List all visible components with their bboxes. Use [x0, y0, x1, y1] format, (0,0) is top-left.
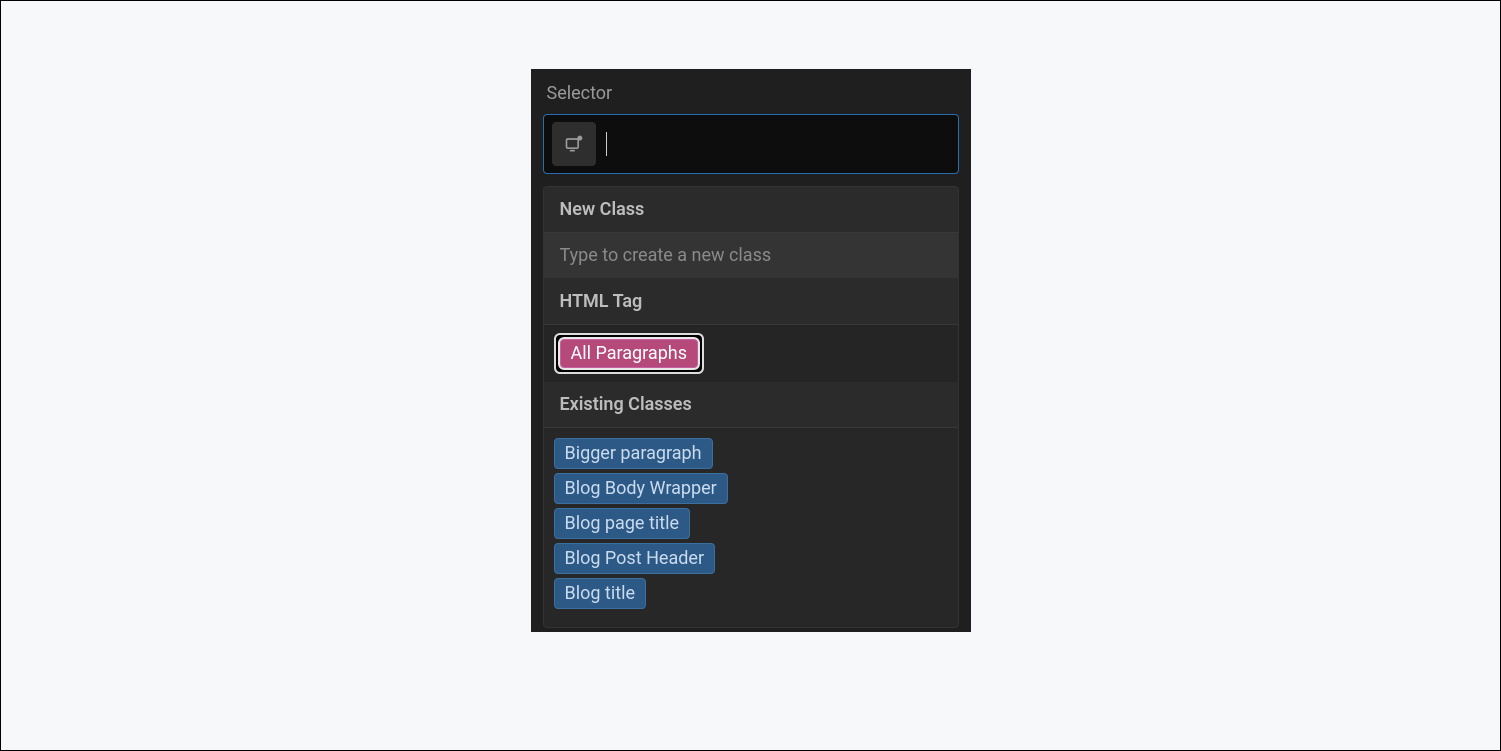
html-tag-chip[interactable]: All Paragraphs [560, 339, 699, 368]
html-tag-header: HTML Tag [544, 279, 958, 325]
existing-classes-list: Bigger paragraph Blog Body Wrapper Blog … [544, 428, 958, 627]
class-chip[interactable]: Blog Post Header [554, 543, 716, 574]
new-class-hint[interactable]: Type to create a new class [544, 233, 958, 279]
class-chip[interactable]: Blog Body Wrapper [554, 473, 728, 504]
class-chip[interactable]: Blog page title [554, 508, 691, 539]
selector-input[interactable] [607, 121, 950, 167]
class-chip[interactable]: Blog title [554, 578, 647, 609]
html-tag-chip-outline: All Paragraphs [554, 333, 705, 374]
new-class-header: New Class [544, 187, 958, 233]
selector-input-container[interactable] [543, 114, 959, 174]
class-chip[interactable]: Bigger paragraph [554, 438, 713, 469]
selector-dropdown: New Class Type to create a new class HTM… [543, 186, 959, 628]
html-tag-row: All Paragraphs [544, 325, 958, 382]
existing-classes-header: Existing Classes [544, 382, 958, 428]
selector-label: Selector [543, 83, 959, 104]
state-icon-button[interactable] [552, 122, 596, 166]
device-icon [564, 134, 584, 154]
selector-panel: Selector New Class Type to create a new … [531, 69, 971, 632]
